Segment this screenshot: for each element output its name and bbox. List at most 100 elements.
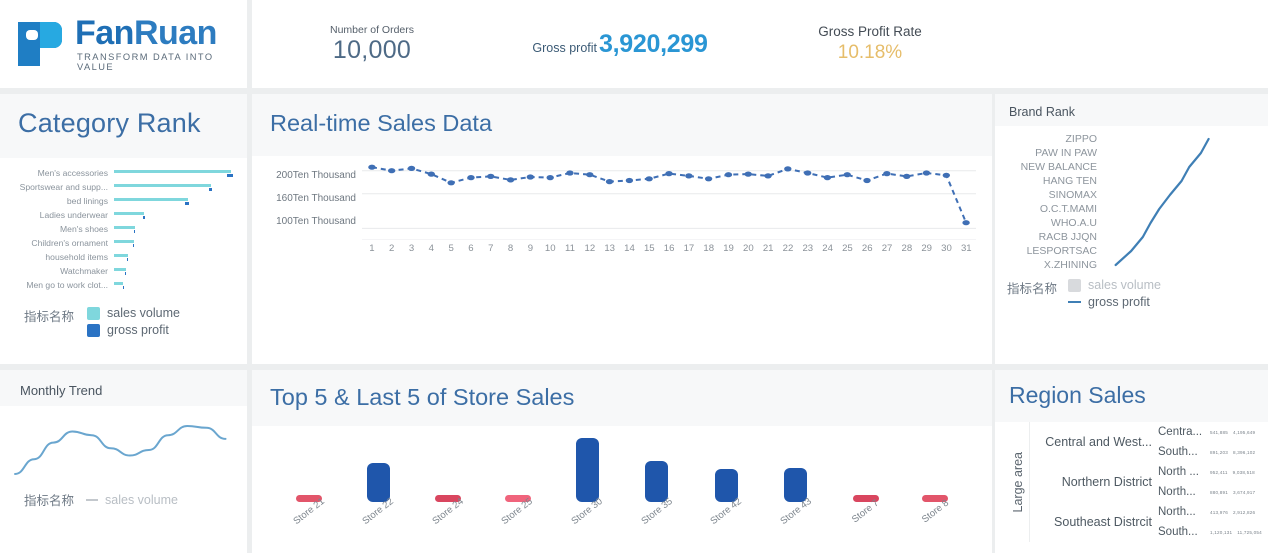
region-table-row[interactable]: North... 413,976 2,912,826 xyxy=(1158,502,1268,522)
region-values: 880,891 3,674,917 xyxy=(1206,490,1268,495)
x-tick-label: 21 xyxy=(762,243,774,254)
region-value: 11,725,054 xyxy=(1237,529,1262,535)
bar-gross-profit xyxy=(122,286,124,289)
category-rank-row[interactable]: Men go to work clot... xyxy=(0,278,247,292)
brand-rank-panel: Brand Rank ZIPPO PAW IN PAW NEW BALANCE HAN… xyxy=(995,94,1268,364)
x-tick-label: 11 xyxy=(565,243,576,254)
x-tick-label: 4 xyxy=(428,243,435,254)
store-x-cell: Store 25 xyxy=(483,496,553,527)
monthly-trend-header: Monthly Trend xyxy=(0,370,247,406)
brand-logo-panel: FanRuan TRANSFORM DATA INTO VALUE xyxy=(0,0,247,88)
store-bar-column[interactable] xyxy=(622,426,692,502)
legend-label: sales volume xyxy=(107,306,180,320)
x-tick-label: 6 xyxy=(468,243,474,254)
region-group-label[interactable]: Central and West... xyxy=(1030,426,1158,459)
kpi-orders-stack: Number of Orders 10,000 xyxy=(330,24,414,65)
monthly-trend-title: Monthly Trend xyxy=(20,383,103,398)
region-table-row[interactable]: North ... 952,411 9,038,518 xyxy=(1158,462,1268,482)
x-tick-label: 28 xyxy=(901,243,913,254)
store-x-cell: Store 8 xyxy=(900,498,970,526)
brand-rank-label[interactable]: HANG TEN xyxy=(995,174,1103,188)
brand-rank-label[interactable]: LESPORTSAC xyxy=(995,244,1103,258)
store-bar-column[interactable] xyxy=(900,426,970,502)
fanruan-logo-icon xyxy=(18,22,62,66)
x-tick-label: 17 xyxy=(683,243,695,254)
category-rank-row[interactable]: Men's accessories xyxy=(0,166,247,180)
region-table-row[interactable]: North... 880,891 3,674,917 xyxy=(1158,482,1268,502)
region-sub-label: North... xyxy=(1158,506,1196,518)
store-bar-column[interactable] xyxy=(761,426,831,502)
category-rank-row[interactable]: household items xyxy=(0,250,247,264)
store-x-cell: Store 21 xyxy=(274,496,344,527)
category-rank-legend: 指标名称 sales volume gross profit xyxy=(0,292,247,337)
logo-text: FanRuan TRANSFORM DATA INTO VALUE xyxy=(75,16,247,72)
brand-rank-label[interactable]: SINOMAX xyxy=(995,188,1103,202)
x-tick-label: 7 xyxy=(488,243,494,254)
legend-item-gross-profit[interactable]: gross profit xyxy=(1068,295,1161,309)
brand-rank-label[interactable]: NEW BALANCE xyxy=(995,160,1103,174)
legend-item-sales-volume[interactable]: sales volume xyxy=(86,493,178,507)
bar-gross-profit xyxy=(226,174,233,177)
store-bar-column[interactable] xyxy=(831,426,901,502)
region-table-row[interactable]: South... 891,203 8,396,102 xyxy=(1158,442,1268,462)
region-table-row[interactable]: Centra... 541,885 4,195,649 xyxy=(1158,422,1268,442)
store-bar-column[interactable] xyxy=(483,426,553,502)
brand-rank-label[interactable]: RACB JJQN xyxy=(995,230,1103,244)
kpi-gross-profit: Gross profit 3,920,299 xyxy=(498,0,742,88)
swatch-icon xyxy=(1068,278,1082,292)
category-rank-label: household items xyxy=(45,252,108,262)
dashboard-root: FanRuan TRANSFORM DATA INTO VALUE Curren… xyxy=(0,0,1268,553)
category-rank-label: bed linings xyxy=(66,196,108,206)
store-bar-column[interactable] xyxy=(344,426,414,502)
realtime-x-axis: 1 2 3 4 5 6 7 8 9 10 11 12 13 14 15 16 17 18 19 20 21 22 23 24 2… xyxy=(252,240,992,254)
region-value: 880,891 xyxy=(1210,489,1229,495)
legend-item-sales-volume[interactable]: sales volume xyxy=(87,306,180,320)
brand-rank-label[interactable]: O.C.T.MAMI xyxy=(995,202,1103,216)
store-bar-column[interactable] xyxy=(413,426,483,502)
bar-gross-profit xyxy=(208,188,213,191)
x-tick-label: 29 xyxy=(921,243,932,254)
category-rank-row[interactable]: Watchmaker xyxy=(0,264,247,278)
category-rank-row[interactable]: Ladies underwear xyxy=(0,208,247,222)
x-tick-label: 26 xyxy=(861,243,873,254)
legend-item-gross-profit[interactable]: gross profit xyxy=(87,323,180,337)
region-group-label[interactable]: Southeast Distrcit xyxy=(1030,506,1158,539)
bar-sales-volume xyxy=(114,226,136,229)
region-sub-label: North ... xyxy=(1158,466,1199,478)
category-rank-row[interactable]: bed linings xyxy=(0,194,247,208)
kpi-gross-profit-stack: Gross profit 3,920,299 xyxy=(532,30,707,59)
store-bar-column[interactable] xyxy=(274,426,344,502)
x-tick-label: 31 xyxy=(960,243,972,254)
region-table-row[interactable]: South... 1,120,131 11,725,054 xyxy=(1158,522,1268,542)
brand-rank-label[interactable]: X.ZHINING xyxy=(995,258,1103,272)
region-group-label[interactable]: Northern District xyxy=(1030,466,1158,499)
region-values: 1,120,131 11,725,054 xyxy=(1206,530,1268,535)
legend-label: gross profit xyxy=(107,323,169,337)
category-rank-bars xyxy=(114,211,247,219)
region-value: 1,120,131 xyxy=(1210,529,1233,535)
category-rank-row[interactable]: Sportswear and supp... xyxy=(0,180,247,194)
bar-gross-profit xyxy=(185,202,189,205)
category-rank-bars xyxy=(114,267,247,275)
brand-rank-label[interactable]: WHO.A.U xyxy=(995,216,1103,230)
region-sales-title: Region Sales xyxy=(1009,382,1146,408)
x-tick-label: 15 xyxy=(643,243,655,254)
kpi-orders-label: Number of Orders xyxy=(329,23,415,36)
legend-item-sales-volume-inactive[interactable]: sales volume xyxy=(1068,278,1161,292)
brand-rank-label[interactable]: ZIPPO xyxy=(995,132,1103,146)
category-rank-header: Category Rank xyxy=(0,94,247,158)
store-bar-column[interactable] xyxy=(552,426,622,502)
x-tick-label: 12 xyxy=(584,243,596,254)
category-rank-row[interactable]: Children's ornament xyxy=(0,236,247,250)
y-tick-label: 100Ten Thousand xyxy=(276,216,356,227)
region-sub-label: South... xyxy=(1158,526,1198,538)
legend-label: sales volume xyxy=(105,492,178,507)
brand-legend-title: 指标名称 xyxy=(1007,282,1058,296)
x-tick-label: 24 xyxy=(822,243,833,254)
category-rank-row[interactable]: Men's shoes xyxy=(0,222,247,236)
brand-rank-label[interactable]: PAW IN PAW xyxy=(995,146,1103,160)
bar-gross-profit xyxy=(127,258,129,261)
line-swatch-icon xyxy=(86,498,99,501)
store-bar-column[interactable] xyxy=(692,426,762,502)
region-value: 9,038,518 xyxy=(1232,469,1255,475)
